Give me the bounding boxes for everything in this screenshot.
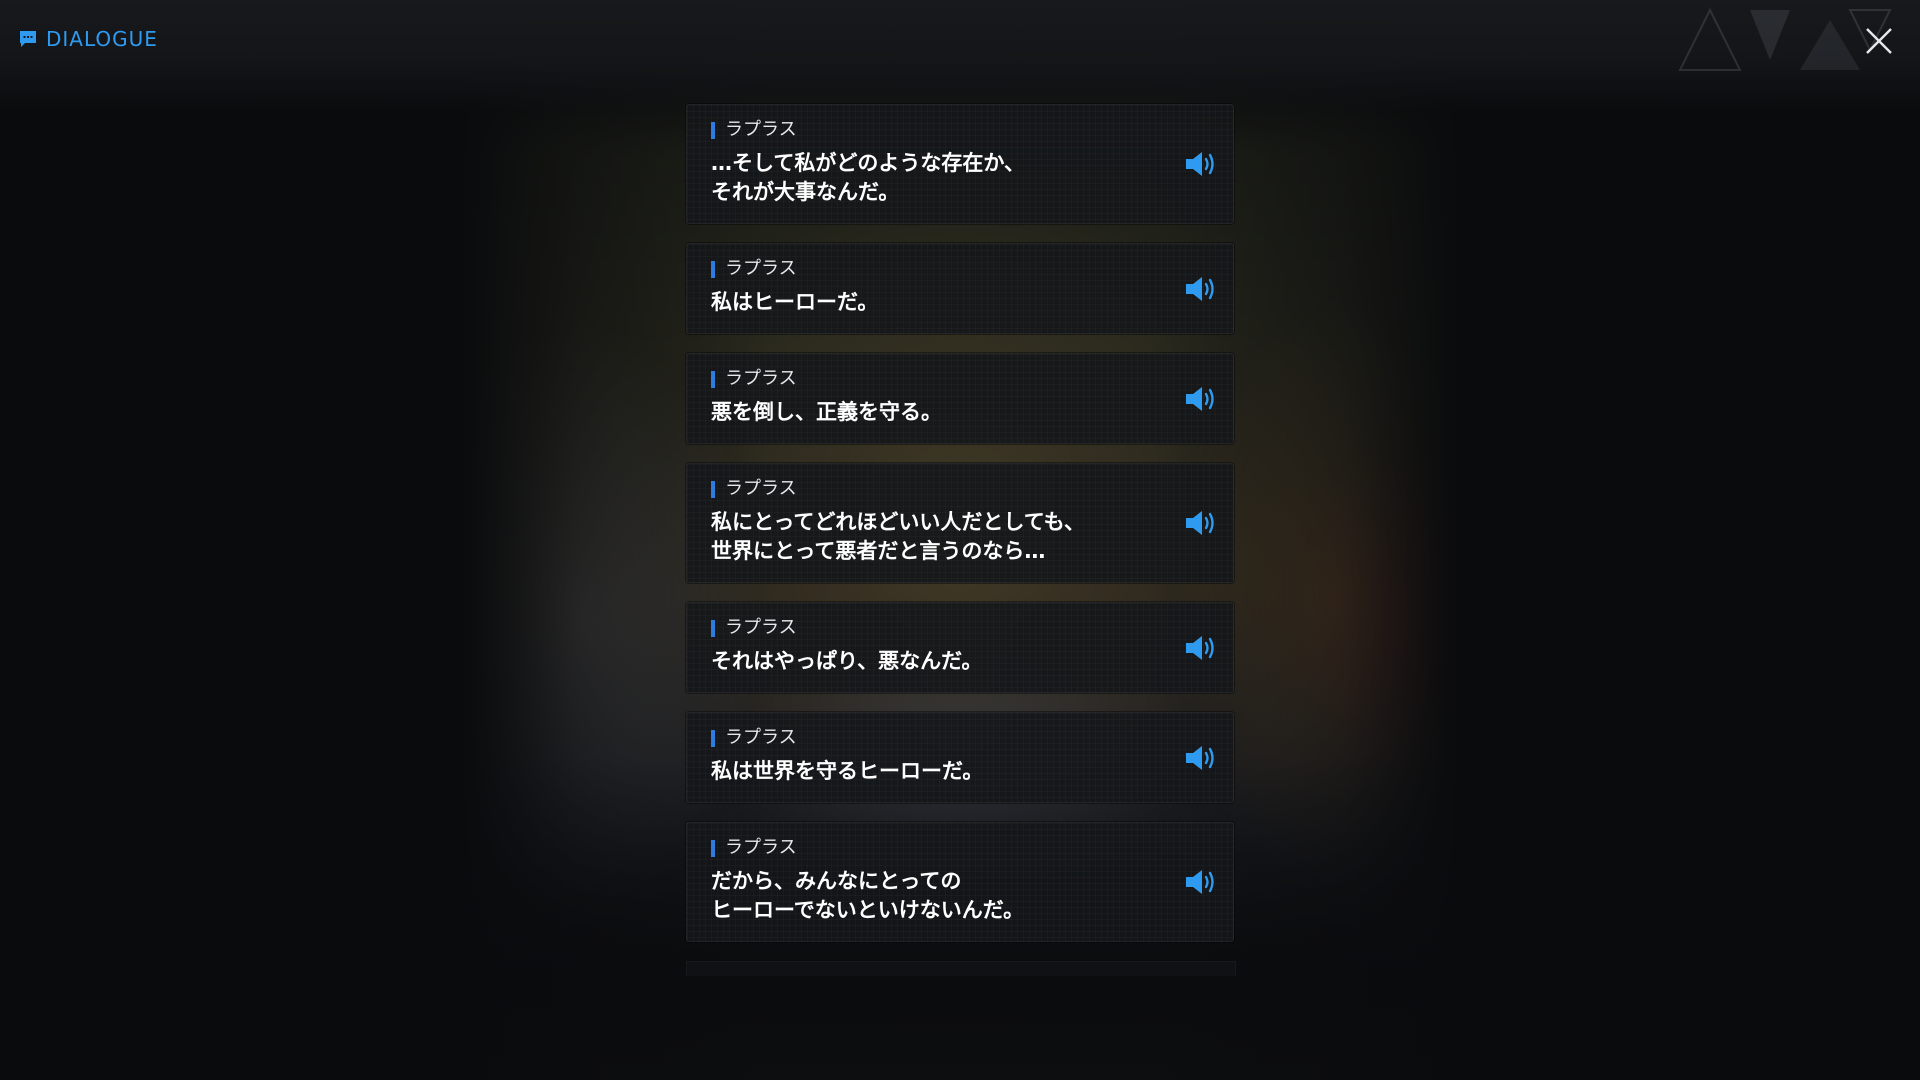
play-voice-button[interactable] xyxy=(1183,633,1221,663)
speaker-row: ラプラス xyxy=(711,119,1213,141)
dialogue-entry: ラプラス 私は世界を守るヒーローだ。 xyxy=(686,712,1234,803)
dialogue-entry: ラプラス だから、みんなにとっての ヒーローでないといけないんだ。 xyxy=(686,822,1234,942)
speaker-marker xyxy=(711,260,715,278)
speaker-icon xyxy=(1186,870,1214,894)
page-title: DIALOGUE xyxy=(46,27,158,51)
play-voice-button[interactable] xyxy=(1183,508,1221,538)
speaker-name: ラプラス xyxy=(725,617,797,638)
dialogue-text: …そして私がどのような存在か、 それが大事なんだ。 xyxy=(711,151,1025,204)
close-button[interactable] xyxy=(1860,22,1898,60)
speaker-marker xyxy=(711,121,715,139)
dialogue-list[interactable]: ラプラス …そして私がどのような存在か、 それが大事なんだ。 ラプラス 私はヒー… xyxy=(686,104,1236,976)
speaker-row: ラプラス xyxy=(711,368,1213,390)
header-bar: DIALOGUE xyxy=(0,0,1920,110)
dialogue-entry: ラプラス 私はヒーローだ。 xyxy=(686,243,1234,334)
speaker-row: ラプラス xyxy=(711,837,1213,859)
speaker-icon xyxy=(1186,511,1214,535)
speaker-icon xyxy=(1186,745,1214,770)
speaker-name: ラプラス xyxy=(725,368,797,389)
speaker-marker xyxy=(711,619,715,637)
speaker-icon xyxy=(1186,152,1214,176)
speaker-row: ラプラス xyxy=(711,258,1213,280)
speaker-icon xyxy=(1186,635,1214,660)
speaker-row: ラプラス xyxy=(711,727,1213,749)
speaker-marker xyxy=(711,480,715,498)
close-icon xyxy=(1866,28,1892,54)
dialogue-entry: ラプラス 悪を倒し、正義を守る。 xyxy=(686,353,1234,444)
dialogue-entry: ラプラス それはやっぱり、悪なんだ。 xyxy=(686,602,1234,693)
dialogue-entry: ラプラス …そして私がどのような存在か、 それが大事なんだ。 xyxy=(686,104,1234,224)
speaker-icon xyxy=(1186,276,1214,301)
play-voice-button[interactable] xyxy=(1183,274,1221,304)
play-voice-button[interactable] xyxy=(1183,149,1221,179)
dialogue-text: だから、みんなにとっての ヒーローでないといけないんだ。 xyxy=(711,869,1025,922)
play-voice-button[interactable] xyxy=(1183,867,1221,897)
next-entry-partial xyxy=(686,961,1236,976)
speaker-marker xyxy=(711,729,715,747)
play-voice-button[interactable] xyxy=(1183,384,1221,414)
dialogue-log-screen: DIALOGUE ラプラス …そして私がどのような存在か、 それが大事なんだ。 xyxy=(0,0,1920,1080)
speaker-row: ラプラス xyxy=(711,617,1213,639)
dialogue-text: 私はヒーローだ。 xyxy=(711,290,879,314)
dialogue-text: 悪を倒し、正義を守る。 xyxy=(711,400,942,424)
speaker-name: ラプラス xyxy=(725,837,797,858)
speaker-icon xyxy=(1186,386,1214,411)
speaker-name: ラプラス xyxy=(725,478,797,499)
speaker-marker xyxy=(711,370,715,388)
dialogue-text: それはやっぱり、悪なんだ。 xyxy=(711,649,983,673)
dialogue-text: 私は世界を守るヒーローだ。 xyxy=(711,759,984,783)
speaker-row: ラプラス xyxy=(711,478,1213,500)
speaker-name: ラプラス xyxy=(725,727,797,748)
dialogue-title: DIALOGUE xyxy=(18,28,158,50)
play-voice-button[interactable] xyxy=(1183,743,1221,773)
chat-bubble-icon xyxy=(20,31,36,47)
dialogue-entry: ラプラス 私にとってどれほどいい人だとしても、 世界にとって悪者だと言うのなら… xyxy=(686,463,1234,583)
dialogue-text: 私にとってどれほどいい人だとしても、 世界にとって悪者だと言うのなら… xyxy=(711,510,1086,563)
speaker-name: ラプラス xyxy=(725,258,797,279)
speaker-name: ラプラス xyxy=(725,119,797,140)
speaker-marker xyxy=(711,839,715,857)
